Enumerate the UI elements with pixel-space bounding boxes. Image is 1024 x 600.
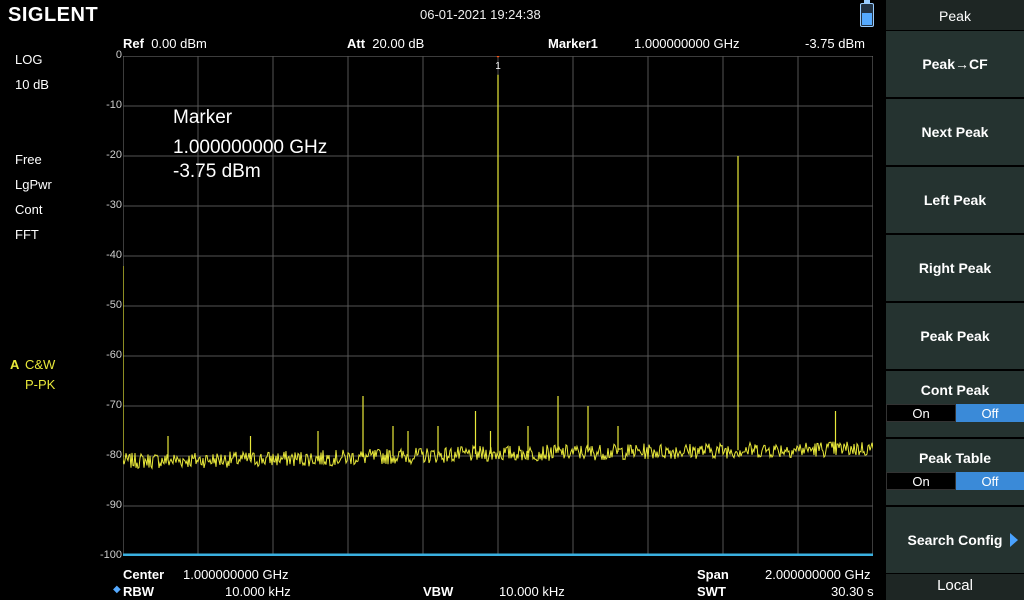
- peak-table-on[interactable]: On: [886, 472, 956, 490]
- rbw-indicator-icon: ◆: [113, 584, 121, 595]
- trigger-mode: Free: [15, 152, 42, 167]
- marker-readout-label: Marker1: [548, 36, 598, 51]
- y-tick-label: -70: [106, 399, 122, 411]
- cont-peak-label: Cont Peak: [920, 382, 990, 398]
- search-config-label: Search Config: [907, 532, 1003, 548]
- cont-peak-on[interactable]: On: [886, 404, 956, 422]
- marker-readout-amp: -3.75 dBm: [805, 36, 865, 51]
- ref-value: 0.00 dBm: [151, 36, 207, 51]
- trace-mode: C&W: [25, 357, 56, 372]
- peak-peak-button[interactable]: Peak Peak: [886, 302, 1024, 369]
- battery-icon: [860, 0, 874, 27]
- marker-readout-freq: 1.000000000 GHz: [634, 36, 740, 51]
- rbw-value: 10.000 kHz: [225, 584, 291, 599]
- ref-level: Ref 0.00 dBm: [123, 36, 207, 51]
- center-label: Center: [123, 567, 165, 582]
- att-value: 20.00 dB: [372, 36, 425, 51]
- right-peak-button[interactable]: Right Peak: [886, 234, 1024, 301]
- center-value: 1.000000000 GHz: [183, 567, 289, 582]
- sweep-mode: Cont: [15, 202, 43, 217]
- y-tick-label: -30: [106, 199, 122, 211]
- scale-div: 10 dB: [15, 77, 49, 92]
- marker-box-title: Marker: [173, 107, 233, 128]
- att-label: Att: [347, 36, 366, 51]
- search-config-button[interactable]: Search Config: [886, 506, 1024, 573]
- y-tick-label: 0: [115, 49, 122, 61]
- span-label: Span: [697, 567, 729, 582]
- swt-label: SWT: [697, 584, 726, 599]
- peak-table-toggle[interactable]: On Off: [886, 472, 1024, 490]
- trace-id: A: [10, 357, 20, 372]
- spectrum-plot[interactable]: 1: [123, 56, 873, 556]
- vbw-label: VBW: [423, 584, 454, 599]
- average-type: LgPwr: [15, 177, 52, 192]
- peak-table-label: Peak Table: [918, 450, 992, 466]
- marker-box-freq: 1.000000000 GHz: [173, 137, 328, 158]
- attenuation: Att 20.00 dB: [347, 36, 424, 51]
- y-tick-label: -60: [106, 349, 122, 361]
- marker-box-amp: -3.75 dBm: [173, 161, 261, 182]
- detector-mode: P-PK: [25, 377, 56, 392]
- peak-to-cf-button[interactable]: Peak→CF: [886, 30, 1024, 97]
- marker-label: Marker1: [548, 36, 598, 51]
- brand-logo: SIGLENT: [8, 4, 99, 26]
- local-button[interactable]: Local: [886, 574, 1024, 600]
- sweep-type: FFT: [15, 227, 39, 242]
- scale-type: LOG: [15, 52, 43, 67]
- datetime: 06-01-2021 19:24:38: [420, 7, 541, 22]
- marker-number: 1: [495, 61, 501, 72]
- y-tick-label: -100: [99, 549, 122, 561]
- y-tick-label: -50: [106, 299, 122, 311]
- softkey-panel: Peak Peak→CF Next Peak Left Peak Right P…: [886, 0, 1024, 600]
- ref-label: Ref: [123, 36, 144, 51]
- softkey-menu-title: Peak: [886, 0, 1024, 30]
- cont-peak-toggle[interactable]: On Off: [886, 404, 1024, 422]
- left-peak-button[interactable]: Left Peak: [886, 166, 1024, 233]
- y-tick-label: -90: [106, 499, 122, 511]
- next-peak-button[interactable]: Next Peak: [886, 98, 1024, 165]
- y-tick-label: -20: [106, 149, 122, 161]
- y-tick-label: -10: [106, 99, 122, 111]
- y-tick-label: -40: [106, 249, 122, 261]
- submenu-arrow-icon: [1010, 533, 1018, 547]
- rbw-label: RBW: [123, 584, 155, 599]
- vbw-value: 10.000 kHz: [499, 584, 565, 599]
- y-tick-label: -80: [106, 449, 122, 461]
- swt-value: 30.30 s: [831, 584, 874, 599]
- cont-peak-off[interactable]: Off: [956, 404, 1024, 422]
- peak-table-off[interactable]: Off: [956, 472, 1024, 490]
- span-value: 2.000000000 GHz: [765, 567, 871, 582]
